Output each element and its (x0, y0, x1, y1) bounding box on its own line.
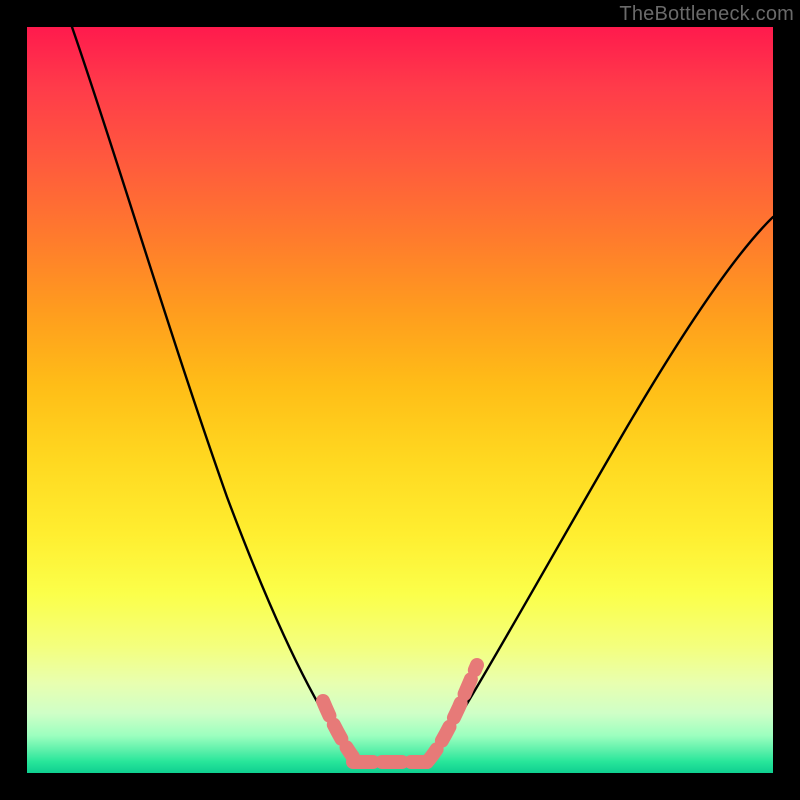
plot-area (27, 27, 773, 773)
bottleneck-curve (27, 27, 773, 773)
curve-path (72, 27, 773, 764)
watermark-text: TheBottleneck.com (619, 3, 794, 26)
chart-frame: TheBottleneck.com (0, 0, 800, 800)
highlight-segment (323, 665, 477, 762)
